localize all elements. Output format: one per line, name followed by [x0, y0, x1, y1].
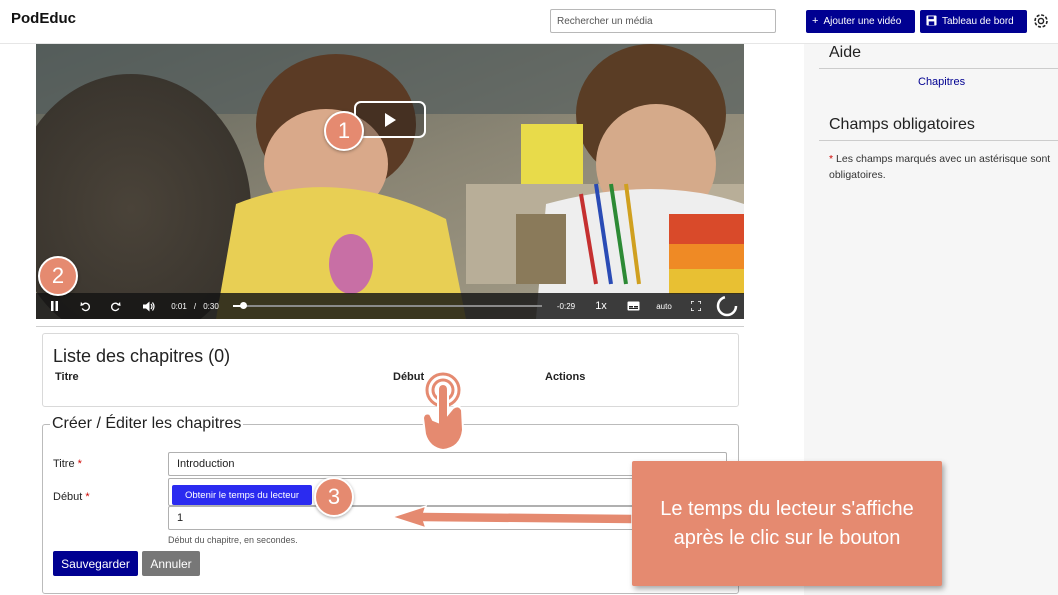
start-label: Début * [53, 491, 90, 503]
video-frame-image [36, 44, 744, 319]
pointer-arrow [390, 504, 633, 530]
column-header-title: Titre [55, 371, 79, 383]
playback-speed-button[interactable]: 1x [591, 293, 611, 319]
progress-handle[interactable] [240, 302, 247, 309]
chapters-list-panel: Liste des chapitres (0) Titre Début Acti… [42, 333, 739, 407]
progress-bar[interactable] [233, 302, 542, 309]
save-button[interactable]: Sauvegarder [53, 551, 138, 576]
dashboard-label: Tableau de bord [942, 16, 1014, 27]
volume-icon [143, 301, 155, 311]
title-label-text: Titre [53, 458, 75, 470]
subtitles-button[interactable] [623, 293, 643, 319]
forward-button[interactable] [106, 293, 124, 319]
help-heading: Aide [829, 44, 862, 61]
step-badge-2: 2 [38, 256, 78, 296]
gear-icon[interactable] [1031, 11, 1051, 31]
add-video-label: Ajouter une vidéo [823, 16, 902, 27]
click-hand-icon [421, 372, 465, 452]
divider [36, 326, 744, 327]
form-legend: Créer / Éditer les chapitres [50, 415, 244, 433]
fullscreen-button[interactable] [686, 293, 706, 319]
current-time: 0:01 [171, 301, 187, 311]
tutorial-callout: Le temps du lecteur s'affiche après le c… [632, 461, 942, 586]
time-separator: / [193, 301, 197, 311]
subtitles-icon [627, 301, 639, 311]
player-logo-icon [714, 293, 740, 319]
get-player-time-button[interactable]: Obtenir le temps du lecteur [172, 485, 312, 505]
required-fields-heading: Champs obligatoires [829, 116, 975, 133]
required-star: * [77, 458, 82, 470]
quality-button[interactable]: auto [653, 293, 675, 319]
chapters-list-title: Liste des chapitres (0) [53, 346, 231, 366]
pause-button[interactable] [44, 293, 64, 319]
pause-icon [50, 301, 58, 311]
start-hint: Début du chapitre, en secondes. [168, 535, 298, 545]
fullscreen-icon [691, 301, 701, 311]
plus-icon: + [812, 15, 819, 27]
help-link-chapters[interactable]: Chapitres [918, 76, 965, 88]
save-disk-icon [926, 14, 937, 29]
rewind-icon [79, 301, 90, 311]
divider [819, 140, 1058, 141]
duration: 0:30 [203, 301, 219, 311]
play-button[interactable] [354, 101, 426, 138]
add-video-button[interactable]: + Ajouter une vidéo [806, 10, 915, 33]
top-header: PodEduc + Ajouter une vidéo Tableau de b… [0, 0, 1058, 44]
column-header-actions: Actions [545, 371, 586, 383]
forward-icon [110, 301, 121, 311]
cancel-button[interactable]: Annuler [142, 551, 200, 576]
video-control-bar: 0:01 / 0:30 -0:29 1x auto [36, 293, 744, 319]
dashboard-button[interactable]: Tableau de bord [920, 10, 1027, 33]
volume-button[interactable] [139, 293, 159, 319]
title-label: Titre * [53, 458, 82, 470]
divider [819, 68, 1058, 69]
remaining-time: -0:29 [556, 301, 576, 311]
play-icon [385, 112, 396, 127]
step-badge-1: 1 [324, 111, 364, 151]
site-logo[interactable]: PodEduc [11, 10, 76, 27]
video-player[interactable]: 0:01 / 0:30 -0:29 1x auto [36, 44, 744, 319]
rewind-button[interactable] [76, 293, 94, 319]
required-fields-note: * Les champs marqués avec un astérisque … [829, 151, 1058, 183]
required-note-text: Les champs marqués avec un astérisque so… [829, 153, 1051, 181]
step-badge-3: 3 [314, 477, 354, 517]
search-input[interactable] [550, 9, 776, 33]
required-star: * [85, 491, 90, 503]
start-label-text: Début [53, 491, 83, 503]
